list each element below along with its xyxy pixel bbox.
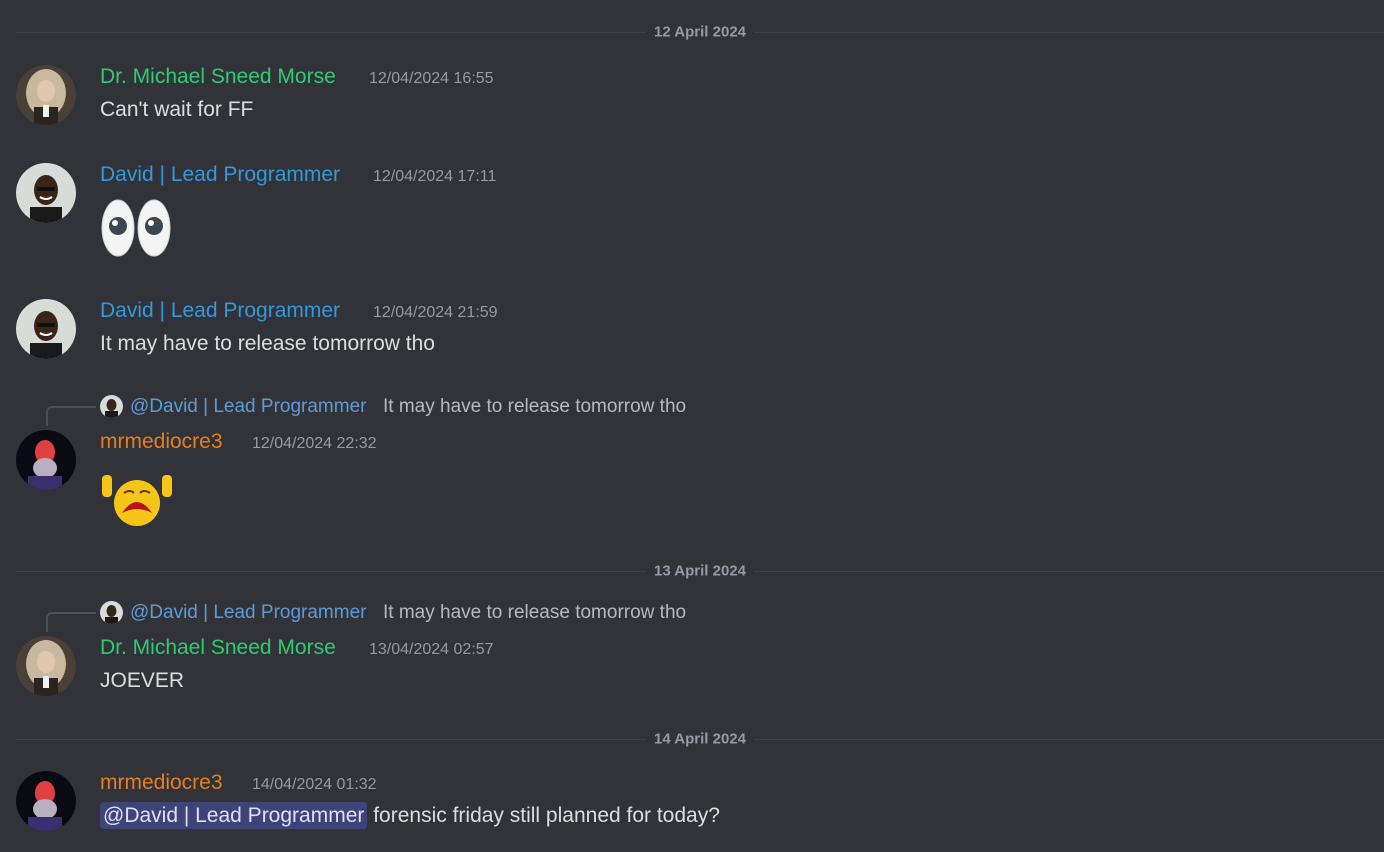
date-divider: 13 April 2024 bbox=[16, 562, 1384, 580]
avatar-david[interactable] bbox=[16, 299, 76, 359]
message-timestamp: 12/04/2024 22:32 bbox=[252, 435, 377, 452]
message-text-line: @David | Lead Programmer forensic friday… bbox=[100, 802, 720, 829]
message-text: It may have to release tomorrow tho bbox=[100, 332, 435, 355]
date-divider: 14 April 2024 bbox=[16, 730, 1384, 748]
avatar-dr-morse[interactable] bbox=[16, 65, 76, 125]
avatar-mrmediocre3[interactable] bbox=[16, 771, 76, 831]
reply-spine bbox=[46, 612, 96, 632]
reply-avatar bbox=[100, 395, 123, 418]
reply-author-mention[interactable]: @David | Lead Programmer bbox=[130, 602, 366, 624]
reply-preview-text[interactable]: It may have to release tomorrow tho bbox=[383, 396, 686, 418]
message-timestamp: 12/04/2024 21:59 bbox=[373, 304, 498, 321]
message-timestamp: 14/04/2024 01:32 bbox=[252, 776, 377, 793]
message-timestamp: 12/04/2024 17:11 bbox=[373, 168, 497, 185]
author-name[interactable]: mrmediocre3 bbox=[100, 430, 223, 454]
message-timestamp: 13/04/2024 02:57 bbox=[369, 641, 494, 658]
avatar-david[interactable] bbox=[16, 163, 76, 223]
message-text: forensic friday still planned for today? bbox=[373, 804, 720, 827]
reply-author-mention[interactable]: @David | Lead Programmer bbox=[130, 396, 366, 418]
message-text: JOEVER bbox=[100, 669, 185, 692]
date-divider-label: 14 April 2024 bbox=[646, 730, 754, 748]
author-name[interactable]: David | Lead Programmer bbox=[100, 163, 340, 187]
sad-hands-up-emoji bbox=[100, 469, 174, 532]
date-divider-label: 13 April 2024 bbox=[646, 562, 754, 580]
avatar-mrmediocre3[interactable] bbox=[16, 430, 76, 490]
user-mention[interactable]: @David | Lead Programmer bbox=[100, 802, 368, 829]
date-divider-label: 12 April 2024 bbox=[646, 23, 754, 41]
avatar-dr-morse[interactable] bbox=[16, 636, 76, 696]
date-divider: 12 April 2024 bbox=[16, 23, 1384, 41]
message-timestamp: 12/04/2024 16:55 bbox=[369, 70, 494, 87]
reply-spine bbox=[46, 406, 96, 426]
eyes-emoji bbox=[100, 198, 174, 263]
author-name[interactable]: Dr. Michael Sneed Morse bbox=[100, 636, 336, 660]
reply-avatar bbox=[100, 601, 123, 624]
reply-preview-text[interactable]: It may have to release tomorrow tho bbox=[383, 602, 686, 624]
author-name[interactable]: David | Lead Programmer bbox=[100, 299, 340, 323]
author-name[interactable]: Dr. Michael Sneed Morse bbox=[100, 65, 336, 89]
author-name[interactable]: mrmediocre3 bbox=[100, 771, 223, 795]
message-text: Can't wait for FF bbox=[100, 98, 254, 121]
